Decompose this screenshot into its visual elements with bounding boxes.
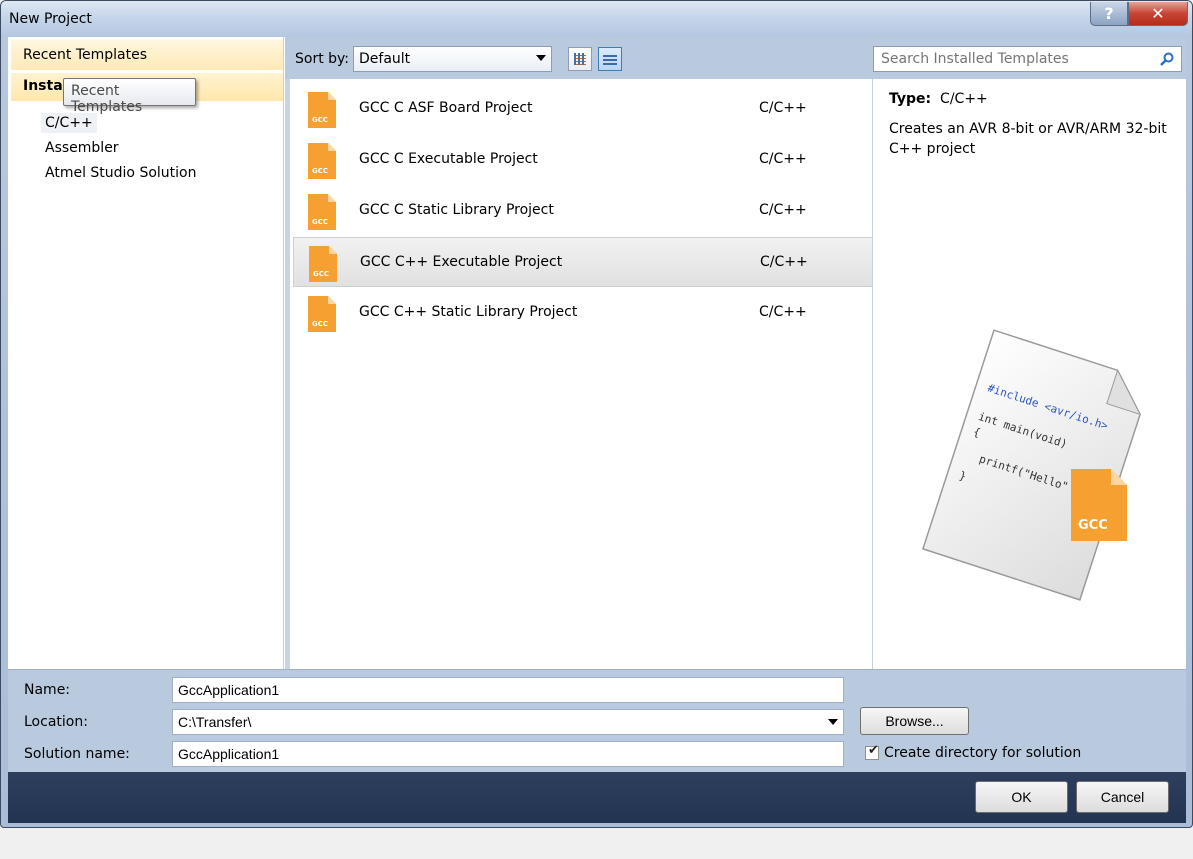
gcc-file-icon: GCC	[308, 92, 336, 128]
template-categories-pane: Recent Templates Instal C/C++ Assembler …	[8, 37, 284, 669]
checkmark-icon: ✔	[868, 743, 879, 758]
sort-by-label: Sort by:	[295, 51, 350, 67]
help-button[interactable]: ?	[1090, 2, 1128, 26]
gcc-badge-icon: GCC	[1071, 469, 1127, 541]
preview-badge-label: GCC	[1078, 518, 1108, 533]
sort-by-value: Default	[359, 51, 411, 67]
dialog-client-area: Recent Templates Instal C/C++ Assembler …	[8, 37, 1186, 823]
ok-button[interactable]: OK	[975, 781, 1068, 813]
title-bar: New Project ? ✕	[1, 1, 1192, 37]
template-row[interactable]: GCC GCC C Static Library Project C/C++	[293, 186, 873, 236]
close-button[interactable]: ✕	[1128, 2, 1188, 26]
template-language: C/C++	[759, 202, 807, 218]
template-name: GCC C++ Executable Project	[360, 254, 563, 270]
template-description: Creates an AVR 8-bit or AVR/ARM 32-bit C…	[889, 121, 1167, 157]
browse-button[interactable]: Browse...	[860, 707, 969, 735]
gcc-file-icon: GCC	[309, 246, 337, 282]
template-language: C/C++	[759, 100, 807, 116]
project-form: Name: GccApplication1 Location: C:\Trans…	[8, 669, 1186, 772]
tooltip: Recent Templates	[63, 78, 196, 115]
template-list: GCC GCC C ASF Board Project C/C++ GCC GC…	[285, 79, 873, 669]
template-row[interactable]: GCC GCC C Executable Project C/C++	[293, 135, 873, 185]
new-project-dialog: New Project ? ✕ Recent Templates Instal …	[0, 0, 1193, 828]
template-name: GCC C ASF Board Project	[359, 100, 533, 116]
tree-item-assembler[interactable]: Assembler	[41, 138, 123, 158]
cancel-button[interactable]: Cancel	[1076, 781, 1169, 813]
template-language: C/C++	[759, 151, 807, 167]
search-area	[872, 37, 1186, 79]
template-row-selected[interactable]: GCC GCC C++ Executable Project C/C++	[293, 237, 873, 287]
template-type: Type: C/C++	[889, 91, 988, 107]
search-icon[interactable]	[1160, 52, 1174, 66]
template-preview-image: #include <avr/io.h> int main(void) { pri…	[921, 329, 1142, 601]
name-input[interactable]: GccApplication1	[172, 677, 844, 703]
solution-name-label: Solution name:	[24, 746, 130, 762]
recent-templates-header[interactable]: Recent Templates	[11, 40, 283, 70]
template-details-pane: Type: C/C++ Creates an AVR 8-bit or AVR/…	[872, 79, 1186, 669]
create-directory-label[interactable]: Create directory for solution	[884, 745, 1081, 761]
gcc-file-icon: GCC	[308, 296, 336, 332]
list-view-button[interactable]	[598, 47, 622, 71]
window-title: New Project	[9, 11, 92, 27]
gcc-file-icon: GCC	[308, 143, 336, 179]
name-label: Name:	[24, 682, 71, 698]
template-language: C/C++	[760, 254, 808, 270]
dialog-button-bar: OK Cancel	[8, 772, 1186, 823]
chevron-down-icon[interactable]	[828, 719, 838, 725]
list-view-icon	[603, 53, 617, 65]
gcc-file-icon: GCC	[308, 194, 336, 230]
template-row[interactable]: GCC GCC C ASF Board Project C/C++	[293, 84, 873, 134]
template-language: C/C++	[759, 304, 807, 320]
location-label: Location:	[24, 714, 88, 730]
template-toolbar: Sort by: Default	[285, 37, 872, 79]
template-name: GCC C Executable Project	[359, 151, 538, 167]
template-row[interactable]: GCC GCC C++ Static Library Project C/C++	[293, 288, 873, 338]
tree-item-cpp[interactable]: C/C++	[41, 113, 97, 133]
chevron-down-icon	[536, 55, 546, 61]
tree-item-atmel-studio-solution[interactable]: Atmel Studio Solution	[41, 163, 200, 183]
small-icons-view-button[interactable]	[568, 47, 592, 71]
template-name: GCC C Static Library Project	[359, 202, 554, 218]
type-value: C/C++	[940, 91, 988, 107]
solution-name-input[interactable]: GccApplication1	[172, 741, 844, 767]
sort-by-dropdown[interactable]: Default	[353, 46, 552, 72]
grid-view-icon	[574, 53, 586, 65]
search-input[interactable]	[873, 46, 1182, 72]
type-label: Type:	[889, 91, 932, 107]
location-combobox[interactable]: C:\Transfer\	[172, 709, 844, 735]
template-name: GCC C++ Static Library Project	[359, 304, 578, 320]
create-directory-checkbox[interactable]: ✔	[865, 743, 879, 760]
